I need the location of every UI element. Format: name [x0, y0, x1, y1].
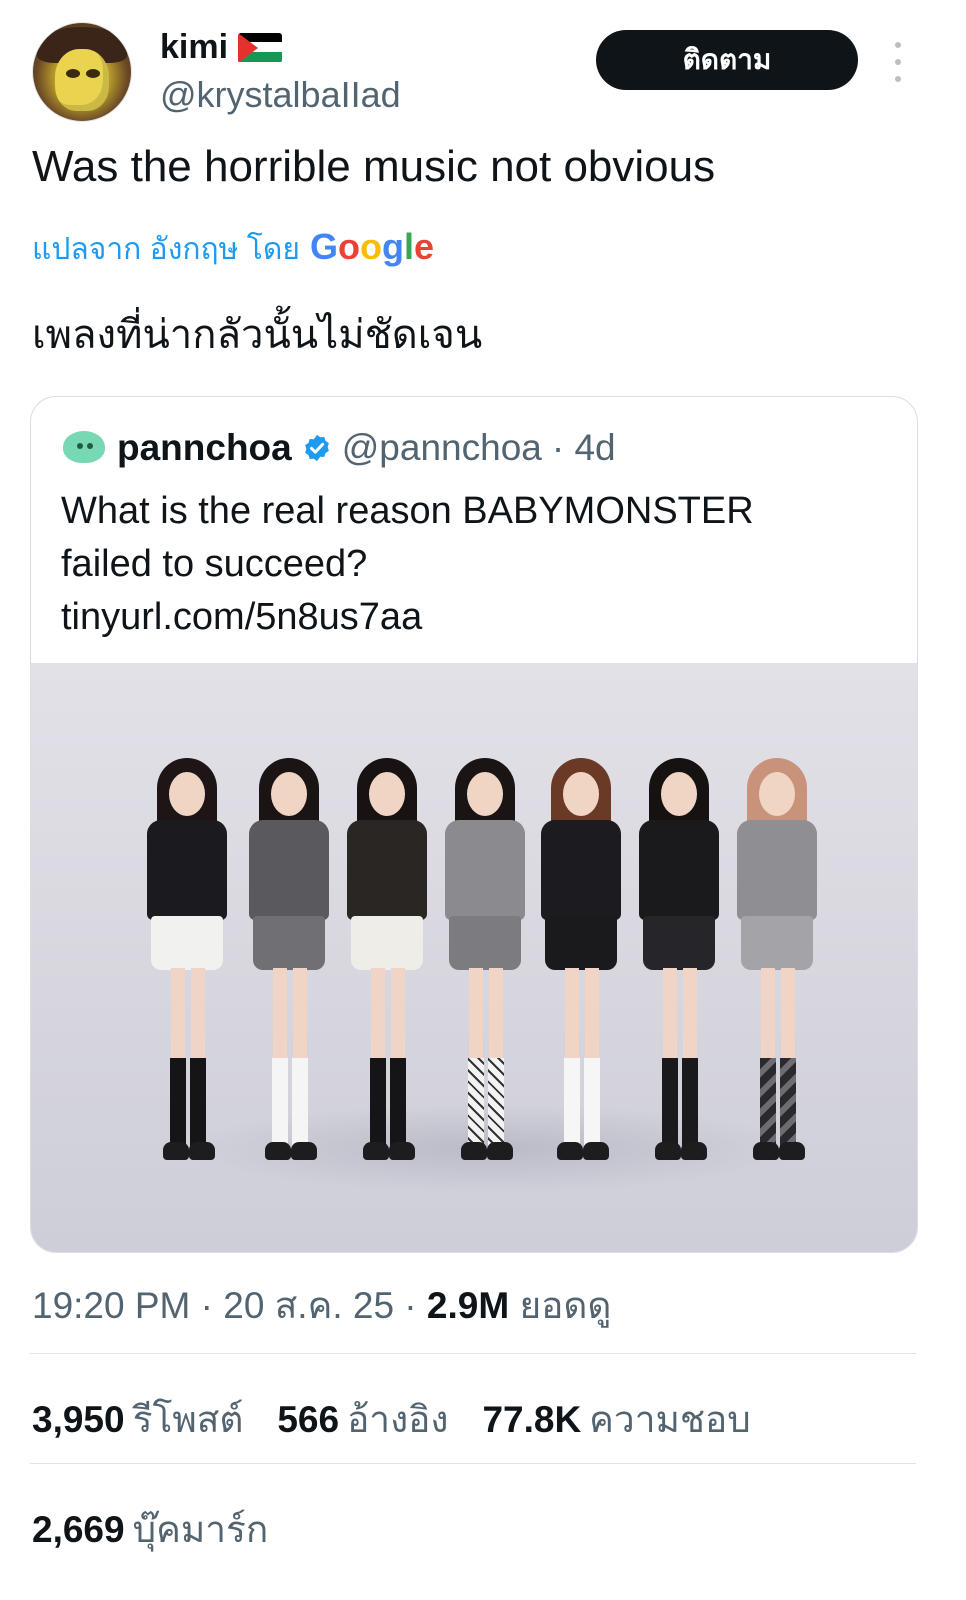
quoted-tweet-card[interactable]: pannchoa @pannchoa · 4d What is the real…	[30, 396, 918, 1253]
author-avatar[interactable]	[32, 22, 132, 122]
quoted-tweet-text: What is the real reason BABYMONSTER fail…	[61, 485, 881, 644]
tweet-meta: 19:20 PM · 20 ส.ค. 25 · 2.9M ยอดดู	[32, 1276, 611, 1335]
author-display-name[interactable]: kimi	[160, 28, 228, 67]
avatar-face	[55, 49, 109, 111]
avatar-eye-right	[86, 69, 100, 78]
reposts-label: รีโพสต์	[132, 1399, 244, 1440]
divider	[30, 1463, 916, 1464]
bookmarks-count: 2,669	[32, 1509, 125, 1550]
views-count: 2.9M	[426, 1285, 510, 1326]
group-member-4	[437, 758, 533, 1188]
group-member-5	[533, 758, 629, 1188]
tweet-text: Was the horrible music not obvious	[32, 142, 716, 191]
quoted-author-name[interactable]: pannchoa	[117, 427, 292, 469]
quoted-tweet-header: pannchoa @pannchoa · 4d	[61, 425, 616, 471]
author-name-row[interactable]: kimi	[160, 28, 283, 67]
palestine-flag-icon	[238, 32, 283, 63]
meta-separator: ·	[190, 1285, 224, 1326]
tweet-date[interactable]: 20 ส.ค. 25	[223, 1285, 394, 1326]
follow-button[interactable]: ติดตาม	[596, 30, 858, 90]
translate-label[interactable]: แปลจาก อังกฤษ โดย	[32, 226, 300, 273]
verified-badge-icon	[304, 434, 329, 462]
quotes-stat[interactable]: 566 อ้างอิง	[277, 1390, 448, 1449]
tweet-time[interactable]: 19:20 PM	[32, 1285, 190, 1326]
quoted-tweet-link[interactable]: tinyurl.com/5n8us7aa	[61, 591, 881, 644]
group-member-3	[339, 758, 435, 1188]
quotes-count: 566	[277, 1399, 340, 1440]
likes-count: 77.8K	[482, 1399, 582, 1440]
meta-separator: ·	[394, 1285, 427, 1326]
likes-label: ความชอบ	[589, 1399, 751, 1440]
group-member-7	[729, 758, 825, 1188]
divider	[30, 1353, 916, 1354]
quoted-text-line-2: failed to succeed?	[61, 543, 368, 585]
tweet-header: kimi @krystalbaIIad ติดตาม	[32, 22, 932, 122]
bookmarks-stat[interactable]: 2,669 บุ๊คมาร์ก	[32, 1500, 268, 1559]
likes-stat[interactable]: 77.8K ความชอบ	[482, 1390, 750, 1449]
translated-text: เพลงที่น่ากลัวนั้นไม่ชัดเจน	[32, 313, 483, 357]
group-member-2	[241, 758, 337, 1188]
translation-attribution[interactable]: แปลจาก อังกฤษ โดย Google	[32, 226, 434, 273]
reposts-stat[interactable]: 3,950 รีโพสต์	[32, 1390, 243, 1449]
avatar-eye-left	[66, 69, 80, 78]
google-logo: Google	[309, 226, 435, 267]
reposts-count: 3,950	[32, 1399, 125, 1440]
quoted-text-line-1: What is the real reason BABYMONSTER	[61, 490, 754, 532]
more-vertical-icon[interactable]	[888, 42, 908, 82]
bookmarks-label: บุ๊คมาร์ก	[132, 1509, 269, 1550]
quoted-tweet-image[interactable]	[31, 663, 917, 1252]
group-member-6	[631, 758, 727, 1188]
engagement-stats: 3,950 รีโพสต์ 566 อ้างอิง 77.8K ความชอบ	[32, 1390, 751, 1449]
quoted-author-avatar[interactable]	[61, 425, 107, 471]
group-member-1	[139, 758, 235, 1188]
views-label: ยอดดู	[519, 1285, 612, 1326]
quoted-tweet-age: · 4d	[551, 427, 616, 468]
quotes-label: อ้างอิง	[347, 1399, 449, 1440]
author-handle[interactable]: @krystalbaIIad	[160, 74, 401, 116]
quoted-author-handle[interactable]: @pannchoa	[342, 427, 542, 469]
